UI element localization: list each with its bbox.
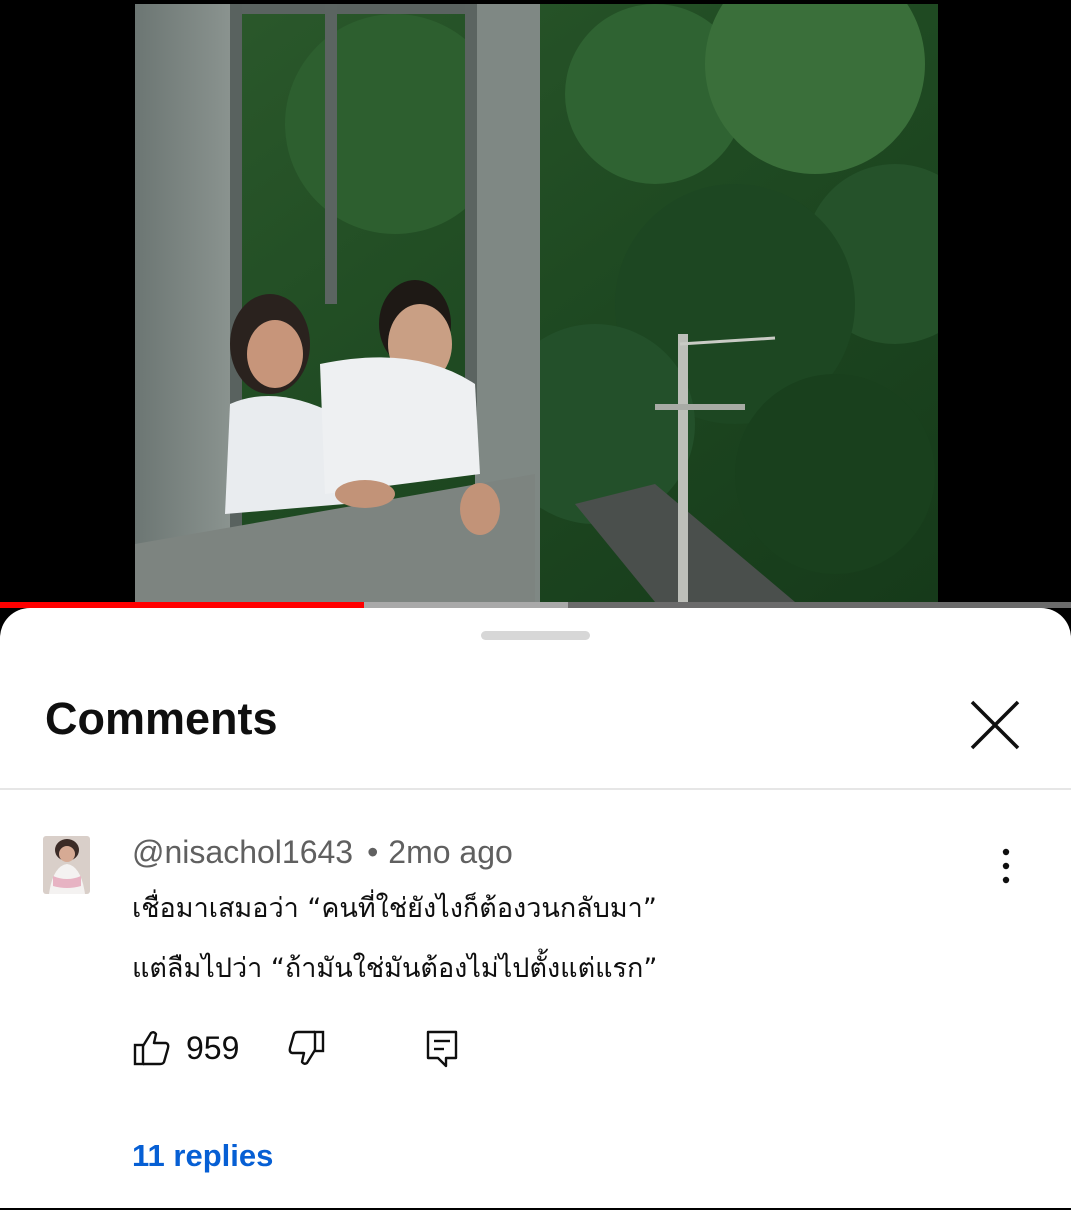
comment-text-line-2: แต่ลืมไปว่า “ถ้ามันใช่มันต้องไม่ไปตั้งแต… (132, 953, 658, 984)
comment-text-line-1: เชื่อมาเสมอว่า “คนที่ใช่ยังไงก็ต้องวนกลั… (132, 893, 657, 924)
comment-time: 2mo ago (388, 834, 513, 870)
thumbs-down-icon (288, 1030, 325, 1065)
video-thumbnail-image (135, 4, 938, 602)
more-vertical-icon (1002, 848, 1010, 884)
avatar-image (43, 836, 90, 894)
comment-item: @nisachol1643 • 2mo ago เชื่อมาเสมอว่า “คน… (0, 790, 1071, 1210)
like-button[interactable] (132, 1028, 172, 1068)
dislike-button[interactable] (286, 1028, 326, 1068)
video-frame[interactable] (135, 4, 938, 602)
thumbs-up-icon (133, 1031, 170, 1066)
like-count: 959 (186, 1030, 240, 1066)
comment-meta: @nisachol1643 • 2mo ago (132, 834, 513, 874)
comment-author[interactable]: @nisachol1643 (132, 834, 353, 870)
comment-more-button[interactable] (990, 844, 1022, 888)
close-icon (970, 700, 1020, 750)
video-player[interactable] (0, 0, 1071, 608)
meta-separator: • (367, 834, 379, 870)
replies-link[interactable]: 11 replies (132, 1138, 273, 1174)
close-button[interactable] (958, 688, 1032, 762)
sheet-drag-handle[interactable] (481, 631, 590, 640)
comments-sheet: Comments @nisachol1643 • 2mo ago เชื่อมาเส… (0, 608, 1071, 1208)
reply-comment-icon (426, 1030, 458, 1068)
sheet-title: Comments (45, 693, 278, 744)
avatar[interactable] (43, 836, 90, 894)
reply-button[interactable] (422, 1028, 462, 1068)
